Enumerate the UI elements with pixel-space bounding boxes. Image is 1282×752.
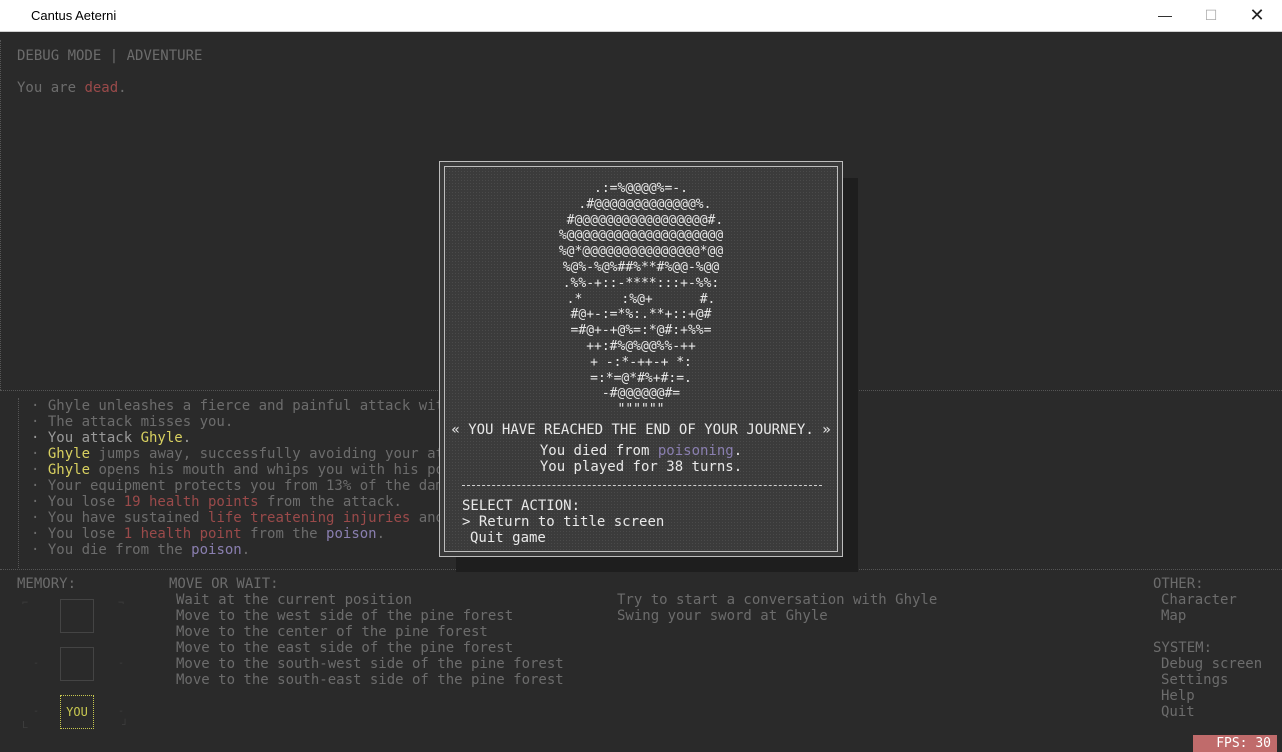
log-text: 1 health point: [123, 526, 242, 542]
memory-cell-you: YOU: [60, 695, 94, 729]
memory-corner: ¬: [118, 598, 125, 609]
log-text: · You lose: [31, 494, 124, 510]
log-text: Ghyle: [140, 430, 183, 446]
memory-cell-north: [60, 599, 94, 633]
log-entry: · You attack Ghyle.: [31, 430, 191, 446]
move-option[interactable]: Move to the west side of the pine forest: [176, 608, 513, 624]
game-over-dialog: .:=%@@@@%=-. .#@@@@@@@@@@@@@%. #@@@@@@@@…: [439, 161, 843, 557]
log-text: ·: [31, 462, 48, 478]
status-suffix: .: [118, 80, 127, 96]
status-prefix: You are: [17, 80, 85, 96]
log-entry: · The attack misses you.: [31, 414, 233, 430]
move-option[interactable]: Move to the east side of the pine forest: [176, 640, 513, 656]
status-state: dead: [84, 80, 119, 96]
log-text: ·: [31, 446, 48, 462]
select-action-label: SELECT ACTION:: [462, 498, 581, 514]
log-text: .: [241, 542, 251, 558]
death-cause: poisoning: [657, 443, 734, 459]
log-text: Ghyle: [47, 462, 91, 478]
option-quit-game[interactable]: Quit game: [470, 530, 546, 546]
menu-character[interactable]: Character: [1161, 592, 1237, 608]
log-entry: · You die from the poison.: [31, 542, 250, 558]
memory-corner: -: [33, 658, 40, 669]
log-text: life treatening injuries: [208, 510, 411, 526]
move-option[interactable]: Move to the center of the pine forest: [176, 624, 488, 640]
system-title: SYSTEM:: [1153, 640, 1213, 656]
skull-ascii-art: .:=%@@@@%=-. .#@@@@@@@@@@@@@%. #@@@@@@@@…: [558, 181, 724, 418]
memory-corner: ⌐: [22, 598, 29, 609]
memory-corner: -: [118, 706, 125, 717]
dialog-heading: « YOU HAVE REACHED THE END OF YOUR JOURN…: [451, 422, 831, 438]
window-title: Cantus Aeterni: [31, 8, 117, 23]
close-button[interactable]: ✕: [1234, 0, 1280, 31]
memory-corner: -: [33, 706, 40, 717]
log-entry: · Ghyle unleashes a fierce and painful a…: [31, 398, 452, 414]
combat-option[interactable]: Swing your sword at Ghyle: [617, 608, 828, 624]
mode-header: DEBUG MODE | ADVENTURE: [17, 48, 203, 64]
death-cause-line: You died from poisoning.: [445, 443, 837, 459]
menu-map[interactable]: Map: [1161, 608, 1186, 624]
log-text: · The attack misses you.: [31, 414, 234, 430]
log-text: 19 health points: [123, 494, 259, 510]
move-option[interactable]: Move to the south-east side of the pine …: [176, 672, 564, 688]
log-text: poison: [191, 542, 242, 558]
log-text: .: [376, 526, 386, 542]
log-text: Ghyle: [47, 446, 91, 462]
log-text: opens his mouth and whips you with his p…: [90, 462, 461, 478]
move-option[interactable]: Move to the south-west side of the pine …: [176, 656, 564, 672]
menu-help[interactable]: Help: [1161, 688, 1195, 704]
log-entry: · Ghyle opens his mouth and whips you wi…: [31, 462, 461, 478]
log-text: · You attack: [31, 430, 141, 446]
menu-quit[interactable]: Quit: [1161, 704, 1195, 720]
log-text: · You have sustained: [31, 510, 209, 526]
maximize-button[interactable]: ☐: [1188, 0, 1234, 31]
log-text: from the: [241, 526, 327, 542]
menu-settings[interactable]: Settings: [1161, 672, 1228, 688]
move-title: MOVE OR WAIT:: [169, 576, 279, 592]
log-text: jumps away, successfully avoiding your a…: [90, 446, 461, 462]
memory-title: MEMORY:: [17, 576, 77, 592]
log-text: · You die from the: [31, 542, 192, 558]
turns-line: You played for 38 turns.: [539, 459, 743, 475]
menu-debug-screen[interactable]: Debug screen: [1161, 656, 1262, 672]
fps-counter: FPS: 30: [1193, 735, 1277, 752]
memory-corner: -: [118, 658, 125, 669]
move-option[interactable]: Wait at the current position: [176, 592, 412, 608]
minimize-button[interactable]: —: [1142, 0, 1188, 31]
log-entry: · You have sustained life treatening inj…: [31, 510, 461, 526]
dialog-separator: [462, 485, 822, 486]
log-entry: · You lose 19 health points from the att…: [31, 494, 402, 510]
log-text: · Your equipment protects you from 13% o…: [31, 478, 461, 494]
combat-option[interactable]: Try to start a conversation with Ghyle: [617, 592, 937, 608]
option-return-to-title[interactable]: > Return to title screen: [462, 514, 664, 530]
log-entry: · Your equipment protects you from 13% o…: [31, 478, 461, 494]
status-line: You are dead.: [17, 80, 127, 96]
log-text: .: [182, 430, 192, 446]
dialog-frame: .:=%@@@@%=-. .#@@@@@@@@@@@@@%. #@@@@@@@@…: [444, 166, 838, 552]
log-entry: · You lose 1 health point from the poiso…: [31, 526, 385, 542]
memory-corner: L: [22, 720, 29, 731]
window-titlebar: Cantus Aeterni — ☐ ✕: [0, 0, 1282, 32]
death-suffix: .: [733, 443, 743, 459]
memory-cell-center: [60, 647, 94, 681]
log-text: from the attack.: [258, 494, 402, 510]
log-text: poison: [326, 526, 377, 542]
selection-cursor: >: [462, 514, 471, 530]
log-entry: · Ghyle jumps away, successfully avoidin…: [31, 446, 461, 462]
option-return-label: Return to title screen: [478, 514, 665, 530]
death-prefix: You died from: [539, 443, 658, 459]
memory-corner: ┘: [122, 720, 129, 731]
log-text: · Ghyle unleashes a fierce and painful a…: [31, 398, 453, 414]
other-title: OTHER:: [1153, 576, 1204, 592]
log-text: · You lose: [31, 526, 124, 542]
